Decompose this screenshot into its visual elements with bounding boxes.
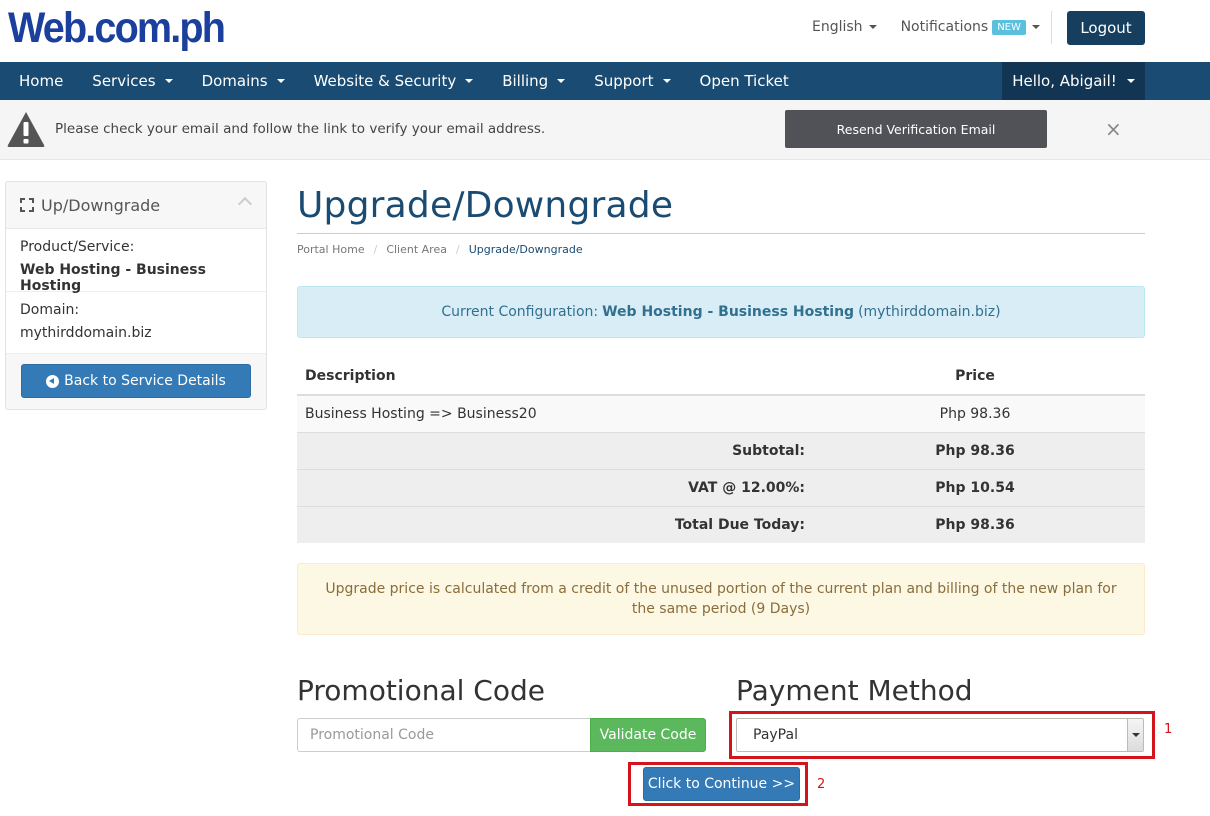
user-menu-dropdown[interactable]: Hello, Abigail! — [1002, 62, 1145, 100]
domain-value: mythirddomain.biz — [20, 325, 152, 341]
subtotal-value: Php 98.36 — [805, 431, 1145, 469]
caret-down-icon — [276, 79, 285, 83]
breadcrumb-client-area[interactable]: Client Area — [386, 243, 447, 256]
nav-services[interactable]: Services — [78, 62, 187, 100]
main-navbar: Home Services Domains Website & Security… — [0, 62, 1210, 100]
page-title: Upgrade/Downgrade — [297, 185, 674, 226]
nav-open-ticket[interactable]: Open Ticket — [685, 62, 803, 100]
back-to-service-details-button[interactable]: Back to Service Details — [21, 364, 251, 398]
sidebar-product-block: Product/Service: Web Hosting - Business … — [6, 229, 266, 294]
price-table: Description Price Business Hosting => Bu… — [297, 357, 1145, 543]
title-divider — [297, 233, 1145, 234]
current-config-domain: (mythirddomain.biz) — [858, 304, 1001, 320]
current-configuration-box: Current Configuration: Web Hosting - Bus… — [297, 286, 1145, 338]
top-links: English Notifications NEW — [812, 17, 1040, 37]
site-logo[interactable]: Web.com.ph — [8, 4, 226, 53]
nav-support-label: Support — [594, 72, 654, 90]
payment-heading: Payment Method — [736, 674, 973, 707]
annotation-box-2 — [628, 762, 808, 806]
total-label: Total Due Today: — [297, 505, 805, 543]
caret-down-icon — [868, 25, 877, 29]
current-config-product: Web Hosting - Business Hosting — [602, 304, 855, 320]
nav-billing[interactable]: Billing — [488, 62, 580, 100]
annotation-number-2: 2 — [817, 777, 826, 792]
caret-down-icon — [1031, 25, 1040, 29]
upgrade-price-note: Upgrade price is calculated from a credi… — [297, 563, 1145, 635]
nav-home[interactable]: Home — [0, 62, 78, 100]
table-row: Business Hosting => Business20 Php 98.36 — [297, 394, 1145, 432]
verification-message: Please check your email and follow the l… — [55, 121, 546, 137]
promo-code-field[interactable] — [297, 718, 591, 752]
validate-code-button[interactable]: Validate Code — [590, 718, 706, 752]
notifications-dropdown[interactable]: Notifications NEW — [901, 19, 1040, 35]
breadcrumb-separator: / — [455, 243, 460, 256]
logout-button[interactable]: Logout — [1067, 11, 1145, 45]
sidebar-header[interactable]: Up/Downgrade — [6, 182, 266, 229]
sidebar-footer: Back to Service Details — [6, 354, 266, 408]
item-price: Php 98.36 — [805, 394, 1145, 432]
item-description: Business Hosting => Business20 — [297, 394, 805, 432]
nav-open-ticket-label: Open Ticket — [699, 72, 789, 90]
caret-down-icon — [1126, 79, 1135, 83]
resend-verification-button[interactable]: Resend Verification Email — [785, 110, 1047, 148]
nav-domains-label: Domains — [201, 72, 268, 90]
breadcrumb-portal-home[interactable]: Portal Home — [297, 243, 365, 256]
product-label: Product/Service: — [20, 239, 135, 255]
nav-billing-label: Billing — [502, 72, 549, 90]
caret-down-icon — [164, 79, 173, 83]
promo-code-input[interactable] — [310, 727, 580, 743]
language-dropdown[interactable]: English — [812, 19, 877, 35]
warning-icon — [7, 112, 45, 147]
nav-support[interactable]: Support — [580, 62, 685, 100]
breadcrumb-separator: / — [373, 243, 378, 256]
annotation-box-1 — [729, 711, 1155, 759]
chevron-up-icon[interactable] — [237, 196, 253, 212]
subtotal-label: Subtotal: — [297, 431, 805, 469]
vat-row: VAT @ 12.00%: Php 10.54 — [297, 468, 1145, 506]
vat-label: VAT @ 12.00%: — [297, 468, 805, 506]
current-config-prefix: Current Configuration: — [441, 304, 599, 320]
caret-down-icon — [557, 79, 566, 83]
nav-domains[interactable]: Domains — [187, 62, 299, 100]
new-badge: NEW — [992, 19, 1026, 35]
back-button-label: Back to Service Details — [64, 373, 226, 389]
caret-down-icon — [662, 79, 671, 83]
description-header: Description — [297, 357, 805, 396]
domain-label: Domain: — [20, 302, 80, 318]
subtotal-row: Subtotal: Php 98.36 — [297, 431, 1145, 469]
promo-heading: Promotional Code — [297, 674, 545, 707]
nav-items: Home Services Domains Website & Security… — [0, 62, 803, 100]
subtotal-label-text: Subtotal: — [732, 442, 805, 459]
caret-down-icon — [465, 79, 474, 83]
total-value: Php 98.36 — [805, 505, 1145, 543]
annotation-number-1: 1 — [1164, 722, 1173, 737]
table-header-row: Description Price — [297, 357, 1145, 396]
expand-icon — [20, 198, 34, 212]
price-header: Price — [805, 357, 1145, 396]
total-row: Total Due Today: Php 98.36 — [297, 505, 1145, 543]
vat-value: Php 10.54 — [805, 468, 1145, 506]
breadcrumb: Portal Home / Client Area / Upgrade/Down… — [297, 243, 583, 256]
close-icon[interactable]: × — [1105, 119, 1122, 139]
email-verification-alert: Please check your email and follow the l… — [0, 100, 1210, 160]
breadcrumb-current: Upgrade/Downgrade — [468, 243, 583, 256]
user-greeting: Hello, Abigail! — [1012, 72, 1117, 90]
nav-home-label: Home — [19, 72, 64, 90]
total-label-text: Total Due Today: — [674, 516, 805, 533]
notifications-label: Notifications — [900, 19, 989, 35]
arrow-circle-left-icon — [46, 374, 60, 388]
sidebar-panel: Up/Downgrade Product/Service: Web Hostin… — [5, 181, 267, 410]
vat-label-text: VAT @ 12.00%: — [688, 479, 805, 496]
sidebar-title: Up/Downgrade — [41, 195, 161, 215]
sidebar-domain-block: Domain: mythirddomain.biz — [6, 292, 266, 354]
nav-website-security-label: Website & Security — [313, 72, 457, 90]
header-divider — [1051, 11, 1052, 44]
nav-services-label: Services — [92, 72, 156, 90]
nav-website-security[interactable]: Website & Security — [299, 62, 488, 100]
language-label: English — [812, 19, 863, 35]
product-value: Web Hosting - Business Hosting — [20, 262, 206, 294]
